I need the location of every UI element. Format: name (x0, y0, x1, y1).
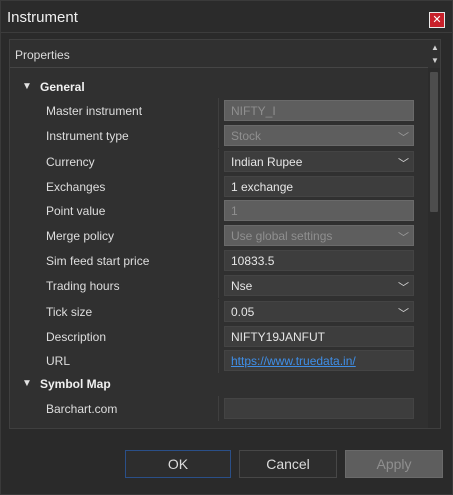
section-general-label: General (40, 80, 85, 94)
section-symbol-map[interactable]: ▼ Symbol Map (10, 373, 428, 395)
column-divider (218, 248, 219, 273)
currency-label: Currency (46, 155, 95, 169)
instrument-window: Instrument ✕ Properties ▲ ▼ ▼ General Ma… (0, 0, 453, 495)
ok-button[interactable]: OK (125, 450, 231, 478)
row-merge-policy: Merge policy Use global settings ﹀ (10, 223, 428, 248)
point-value-label: Point value (46, 204, 106, 218)
url-field[interactable]: https://www.truedata.in/ (224, 350, 414, 371)
tick-size-value: 0.05 (231, 305, 255, 319)
scrollbar-thumb[interactable] (430, 72, 438, 212)
column-divider (218, 123, 219, 148)
row-point-value: Point value 1 (10, 198, 428, 223)
collapse-triangle-icon[interactable]: ▼ (22, 378, 32, 389)
chevron-down-icon[interactable]: ﹀ (398, 279, 409, 295)
sim-feed-start-price-value: 10833.5 (231, 254, 275, 268)
tick-size-label: Tick size (46, 305, 93, 319)
close-button[interactable]: ✕ (429, 12, 445, 28)
master-instrument-value: NIFTY_I (231, 104, 276, 118)
row-sim-feed-start-price: Sim feed start price 10833.5 (10, 248, 428, 273)
description-field[interactable]: NIFTY19JANFUT (224, 326, 414, 347)
url-link[interactable]: https://www.truedata.in/ (231, 354, 356, 368)
row-tick-size: Tick size 0.05 ﹀ (10, 299, 428, 324)
instrument-type-select: Stock ﹀ (224, 125, 414, 146)
chevron-down-icon: ﹀ (398, 232, 409, 244)
properties-header: Properties (10, 40, 428, 68)
row-url: URL https://www.truedata.in/ (10, 348, 428, 373)
row-master-instrument: Master instrument NIFTY_I (10, 98, 428, 123)
property-grid: ▼ General Master instrument NIFTY_I Inst… (10, 68, 428, 428)
point-value-value: 1 (231, 204, 238, 218)
column-divider (218, 348, 219, 373)
column-divider (218, 273, 219, 298)
trading-hours-select[interactable]: Nse ﹀ (224, 275, 414, 296)
currency-select[interactable]: Indian Rupee ﹀ (224, 151, 414, 172)
point-value-field: 1 (224, 200, 414, 221)
column-divider (218, 223, 219, 248)
exchanges-label: Exchanges (46, 180, 106, 194)
description-label: Description (46, 330, 107, 344)
row-instrument-type: Instrument type Stock ﹀ (10, 123, 428, 148)
row-description: Description NIFTY19JANFUT (10, 324, 428, 349)
scroll-up-icon[interactable]: ▲ (431, 43, 439, 52)
column-divider (218, 149, 219, 174)
master-instrument-label: Master instrument (46, 104, 143, 118)
trading-hours-label: Trading hours (46, 279, 120, 293)
tick-size-select[interactable]: 0.05 ﹀ (224, 301, 414, 322)
properties-panel: Properties ▲ ▼ ▼ General Master instrume… (9, 39, 441, 429)
row-trading-hours: Trading hours Nse ﹀ (10, 273, 428, 298)
section-symbol-map-label: Symbol Map (40, 377, 111, 391)
description-value: NIFTY19JANFUT (231, 330, 326, 344)
barchart-field[interactable] (224, 398, 414, 419)
row-barchart: Barchart.com (10, 396, 428, 421)
merge-policy-label: Merge policy (46, 229, 115, 243)
title-bar[interactable]: Instrument ✕ (1, 1, 452, 33)
instrument-type-value: Stock (231, 129, 262, 143)
exchanges-field[interactable]: 1 exchange (224, 176, 414, 197)
row-exchanges: Exchanges 1 exchange (10, 174, 428, 199)
header-scroll-arrows: ▲ ▼ (429, 40, 441, 68)
currency-value: Indian Rupee (231, 155, 303, 169)
section-general[interactable]: ▼ General (10, 76, 428, 98)
barchart-label: Barchart.com (46, 402, 118, 416)
window-title: Instrument (7, 9, 78, 26)
exchanges-value: 1 exchange (231, 180, 294, 194)
chevron-down-icon: ﹀ (398, 132, 409, 144)
merge-policy-select: Use global settings ﹀ (224, 225, 414, 246)
cancel-button[interactable]: Cancel (239, 450, 337, 478)
url-label: URL (46, 354, 71, 368)
column-divider (218, 324, 219, 349)
column-divider (218, 198, 219, 223)
vertical-scrollbar[interactable] (428, 68, 440, 428)
scroll-down-icon[interactable]: ▼ (431, 56, 439, 65)
column-divider (218, 98, 219, 123)
trading-hours-value: Nse (231, 279, 253, 293)
properties-header-label: Properties (15, 48, 70, 62)
instrument-type-label: Instrument type (46, 129, 129, 143)
master-instrument-field: NIFTY_I (224, 100, 414, 121)
chevron-down-icon[interactable]: ﹀ (398, 305, 409, 321)
row-currency: Currency Indian Rupee ﹀ (10, 149, 428, 174)
column-divider (218, 396, 219, 421)
merge-policy-value: Use global settings (231, 229, 333, 243)
column-divider (218, 174, 219, 199)
sim-feed-start-price-field[interactable]: 10833.5 (224, 250, 414, 271)
column-divider (218, 299, 219, 324)
chevron-down-icon[interactable]: ﹀ (398, 155, 409, 171)
close-icon: ✕ (432, 13, 442, 26)
sim-feed-start-price-label: Sim feed start price (46, 254, 150, 268)
collapse-triangle-icon[interactable]: ▼ (22, 81, 32, 92)
apply-button: Apply (345, 450, 443, 478)
